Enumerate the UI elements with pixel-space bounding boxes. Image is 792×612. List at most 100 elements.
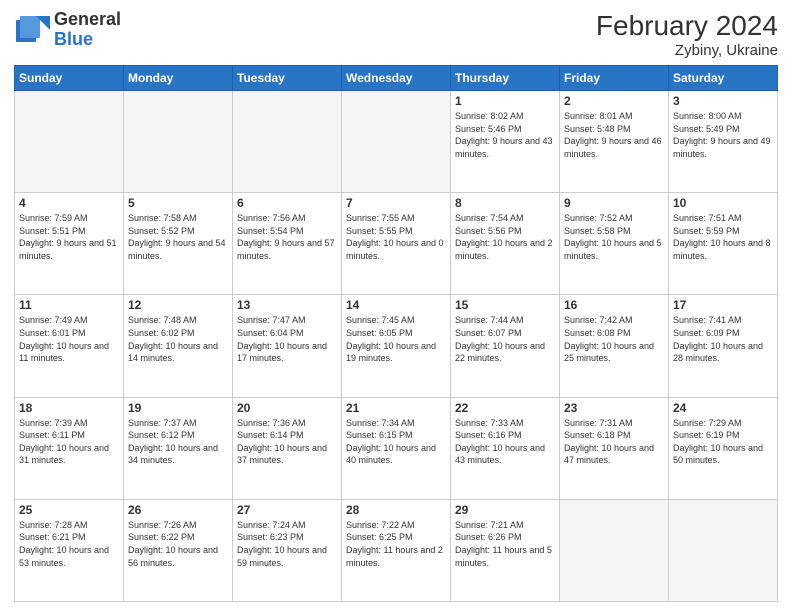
calendar-table: SundayMondayTuesdayWednesdayThursdayFrid…: [14, 65, 778, 602]
day-info: Sunrise: 7:41 AMSunset: 6:09 PMDaylight:…: [673, 314, 773, 364]
calendar-day-cell: 18Sunrise: 7:39 AMSunset: 6:11 PMDayligh…: [15, 397, 124, 499]
day-number: 12: [128, 298, 228, 312]
calendar-day-cell: 12Sunrise: 7:48 AMSunset: 6:02 PMDayligh…: [124, 295, 233, 397]
calendar-day-cell: 25Sunrise: 7:28 AMSunset: 6:21 PMDayligh…: [15, 499, 124, 601]
title-block: February 2024 Zybiny, Ukraine: [596, 10, 778, 59]
day-number: 16: [564, 298, 664, 312]
day-of-week-header: Friday: [560, 66, 669, 91]
calendar-day-cell: 14 Sunrise: 7:45 AMSunset: 6:05 PMDayligh…: [342, 295, 451, 397]
day-info: Sunrise: 7:24 AMSunset: 6:23 PMDaylight:…: [237, 519, 337, 569]
day-info: Sunrise: 7:42 AMSunset: 6:08 PMDaylight:…: [564, 314, 664, 364]
calendar-body: 1 Sunrise: 8:02 AMSunset: 5:46 PMDaylight…: [15, 91, 778, 602]
day-number: 20: [237, 401, 337, 415]
day-number: 19: [128, 401, 228, 415]
day-info: Sunrise: 7:37 AMSunset: 6:12 PMDaylight:…: [128, 417, 228, 467]
day-info: Sunrise: 7:59 AMSunset: 5:51 PMDaylight:…: [19, 212, 119, 262]
calendar-week-row: 1 Sunrise: 8:02 AMSunset: 5:46 PMDaylight…: [15, 91, 778, 193]
day-number: 3: [673, 94, 773, 108]
calendar-day-cell: 20 Sunrise: 7:36 AMSunset: 6:14 PMDayligh…: [233, 397, 342, 499]
calendar-week-row: 25Sunrise: 7:28 AMSunset: 6:21 PMDayligh…: [15, 499, 778, 601]
calendar-day-cell: 11 Sunrise: 7:49 AMSunset: 6:01 PMDayligh…: [15, 295, 124, 397]
location-subtitle: Zybiny, Ukraine: [596, 42, 778, 59]
calendar-week-row: 4 Sunrise: 7:59 AMSunset: 5:51 PMDaylight…: [15, 193, 778, 295]
day-info: Sunrise: 7:49 AMSunset: 6:01 PMDaylight:…: [19, 314, 119, 364]
day-info: Sunrise: 7:55 AMSunset: 5:55 PMDaylight:…: [346, 212, 446, 262]
calendar-day-cell: 29Sunrise: 7:21 AMSunset: 6:26 PMDayligh…: [451, 499, 560, 601]
calendar-day-cell: 5 Sunrise: 7:58 AMSunset: 5:52 PMDaylight…: [124, 193, 233, 295]
day-info: Sunrise: 8:02 AMSunset: 5:46 PMDaylight:…: [455, 110, 555, 160]
day-number: 25: [19, 503, 119, 517]
day-number: 4: [19, 196, 119, 210]
day-number: 15: [455, 298, 555, 312]
calendar-day-cell: 17 Sunrise: 7:41 AMSunset: 6:09 PMDayligh…: [669, 295, 778, 397]
calendar-day-cell: 8Sunrise: 7:54 AMSunset: 5:56 PMDaylight…: [451, 193, 560, 295]
day-number: 26: [128, 503, 228, 517]
calendar-day-cell: 6Sunrise: 7:56 AMSunset: 5:54 PMDaylight…: [233, 193, 342, 295]
logo-general-text: General: [54, 10, 121, 30]
day-info: Sunrise: 7:22 AMSunset: 6:25 PMDaylight:…: [346, 519, 446, 569]
day-info: Sunrise: 7:34 AMSunset: 6:15 PMDaylight:…: [346, 417, 446, 467]
day-of-week-header: Saturday: [669, 66, 778, 91]
day-info: Sunrise: 7:54 AMSunset: 5:56 PMDaylight:…: [455, 212, 555, 262]
day-number: 29: [455, 503, 555, 517]
day-number: 6: [237, 196, 337, 210]
day-info: Sunrise: 8:01 AMSunset: 5:48 PMDaylight:…: [564, 110, 664, 160]
logo: General Blue: [14, 10, 121, 50]
day-number: 22: [455, 401, 555, 415]
day-number: 2: [564, 94, 664, 108]
calendar-header: SundayMondayTuesdayWednesdayThursdayFrid…: [15, 66, 778, 91]
day-number: 28: [346, 503, 446, 517]
day-number: 7: [346, 196, 446, 210]
day-info: Sunrise: 7:47 AMSunset: 6:04 PMDaylight:…: [237, 314, 337, 364]
calendar-day-cell: 21Sunrise: 7:34 AMSunset: 6:15 PMDayligh…: [342, 397, 451, 499]
calendar-day-cell: [669, 499, 778, 601]
calendar-day-cell: [233, 91, 342, 193]
calendar-day-cell: 4 Sunrise: 7:59 AMSunset: 5:51 PMDaylight…: [15, 193, 124, 295]
calendar-day-cell: 16 Sunrise: 7:42 AMSunset: 6:08 PMDayligh…: [560, 295, 669, 397]
day-number: 1: [455, 94, 555, 108]
day-info: Sunrise: 7:33 AMSunset: 6:16 PMDaylight:…: [455, 417, 555, 467]
day-of-week-header: Wednesday: [342, 66, 451, 91]
calendar-day-cell: [560, 499, 669, 601]
day-of-week-header: Tuesday: [233, 66, 342, 91]
calendar-day-cell: 24 Sunrise: 7:29 AMSunset: 6:19 PMDayligh…: [669, 397, 778, 499]
day-number: 18: [19, 401, 119, 415]
calendar-day-cell: 13 Sunrise: 7:47 AMSunset: 6:04 PMDayligh…: [233, 295, 342, 397]
calendar-day-cell: 15 Sunrise: 7:44 AMSunset: 6:07 PMDayligh…: [451, 295, 560, 397]
day-number: 17: [673, 298, 773, 312]
logo-text: General Blue: [54, 10, 121, 50]
calendar-day-cell: 3Sunrise: 8:00 AMSunset: 5:49 PMDaylight…: [669, 91, 778, 193]
day-info: Sunrise: 7:29 AMSunset: 6:19 PMDaylight:…: [673, 417, 773, 467]
day-number: 14: [346, 298, 446, 312]
days-of-week-row: SundayMondayTuesdayWednesdayThursdayFrid…: [15, 66, 778, 91]
day-of-week-header: Sunday: [15, 66, 124, 91]
calendar-page: General Blue February 2024 Zybiny, Ukrai…: [0, 0, 792, 612]
day-of-week-header: Thursday: [451, 66, 560, 91]
calendar-day-cell: 23Sunrise: 7:31 AMSunset: 6:18 PMDayligh…: [560, 397, 669, 499]
calendar-day-cell: 22 Sunrise: 7:33 AMSunset: 6:16 PMDayligh…: [451, 397, 560, 499]
day-info: Sunrise: 7:36 AMSunset: 6:14 PMDaylight:…: [237, 417, 337, 467]
calendar-day-cell: [15, 91, 124, 193]
calendar-day-cell: 26Sunrise: 7:26 AMSunset: 6:22 PMDayligh…: [124, 499, 233, 601]
calendar-day-cell: 10 Sunrise: 7:51 AMSunset: 5:59 PMDayligh…: [669, 193, 778, 295]
day-number: 24: [673, 401, 773, 415]
day-number: 5: [128, 196, 228, 210]
logo-icon: [14, 12, 50, 48]
day-info: Sunrise: 7:45 AMSunset: 6:05 PMDaylight:…: [346, 314, 446, 364]
day-info: Sunrise: 7:58 AMSunset: 5:52 PMDaylight:…: [128, 212, 228, 262]
day-info: Sunrise: 7:51 AMSunset: 5:59 PMDaylight:…: [673, 212, 773, 262]
calendar-day-cell: 2 Sunrise: 8:01 AMSunset: 5:48 PMDaylight…: [560, 91, 669, 193]
page-header: General Blue February 2024 Zybiny, Ukrai…: [14, 10, 778, 59]
day-number: 13: [237, 298, 337, 312]
day-number: 27: [237, 503, 337, 517]
day-number: 10: [673, 196, 773, 210]
calendar-day-cell: 1 Sunrise: 8:02 AMSunset: 5:46 PMDaylight…: [451, 91, 560, 193]
day-info: Sunrise: 7:31 AMSunset: 6:18 PMDaylight:…: [564, 417, 664, 467]
day-info: Sunrise: 7:44 AMSunset: 6:07 PMDaylight:…: [455, 314, 555, 364]
logo-blue-text: Blue: [54, 30, 121, 50]
day-of-week-header: Monday: [124, 66, 233, 91]
calendar-day-cell: 19 Sunrise: 7:37 AMSunset: 6:12 PMDayligh…: [124, 397, 233, 499]
day-info: Sunrise: 7:52 AMSunset: 5:58 PMDaylight:…: [564, 212, 664, 262]
calendar-day-cell: 28 Sunrise: 7:22 AMSunset: 6:25 PMDayligh…: [342, 499, 451, 601]
day-number: 11: [19, 298, 119, 312]
